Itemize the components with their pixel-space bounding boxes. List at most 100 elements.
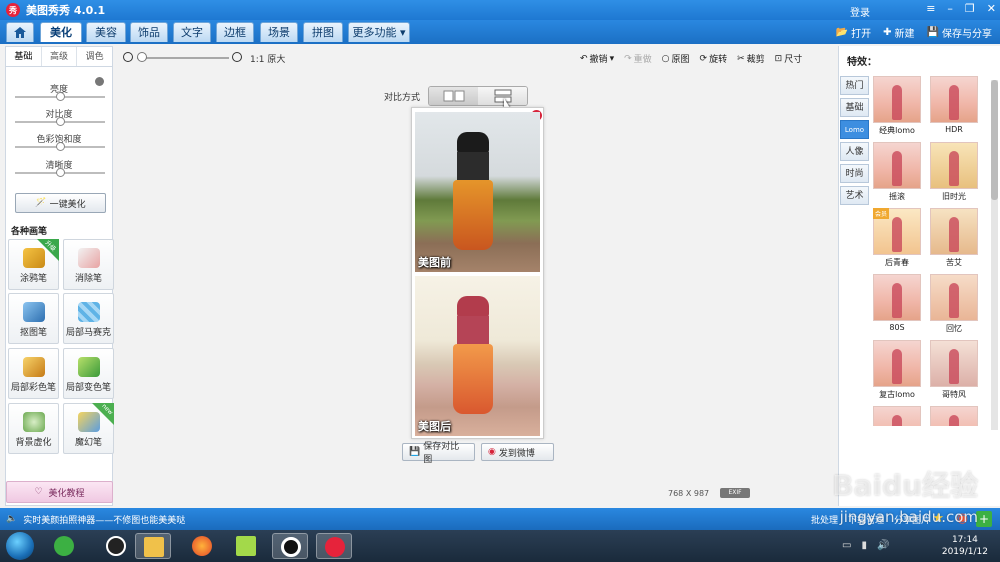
scrollbar-thumb[interactable] bbox=[991, 80, 998, 200]
taskbar-app-qq[interactable] bbox=[98, 533, 134, 559]
saturation-slider[interactable]: 色彩饱和度 bbox=[6, 130, 112, 155]
tutorial-button[interactable]: ♡ 美化教程 bbox=[6, 481, 113, 503]
original-button[interactable]: ○ 原图 bbox=[662, 52, 690, 66]
effect-item[interactable]: 80S bbox=[873, 274, 921, 337]
taskbar-app-recorder[interactable] bbox=[272, 533, 308, 559]
save-compare-label: 保存对比图 bbox=[423, 442, 460, 465]
one-key-beautify-button[interactable]: 🪄 一键美化 bbox=[15, 193, 106, 213]
slider-knob[interactable] bbox=[56, 92, 65, 101]
crop-button[interactable]: ✂ 裁剪 bbox=[737, 52, 765, 66]
plus-icon[interactable]: + bbox=[976, 511, 992, 527]
taskbar-app-360[interactable] bbox=[46, 533, 82, 559]
zoom-slider-knob[interactable] bbox=[137, 52, 147, 62]
compare-top-bottom[interactable] bbox=[478, 87, 527, 105]
taskbar-app-meitu[interactable] bbox=[316, 533, 352, 559]
zoom-slider-track[interactable] bbox=[137, 57, 229, 59]
zoom-in-icon[interactable] bbox=[232, 52, 242, 62]
tab-accessories[interactable]: 饰品 bbox=[130, 22, 168, 42]
keyboard-icon[interactable]: ▭ bbox=[842, 540, 851, 551]
pen-doodle[interactable]: 涂鸦笔 升级 bbox=[8, 239, 59, 290]
home-tab[interactable] bbox=[6, 22, 34, 42]
compare-side-by-side[interactable] bbox=[429, 87, 478, 105]
tab-collage[interactable]: 拼图 bbox=[303, 22, 343, 42]
contrast-slider[interactable]: 对比度 bbox=[6, 105, 112, 130]
category-hot[interactable]: 热门 bbox=[840, 76, 869, 95]
weibo-icon[interactable]: ◉ bbox=[957, 511, 968, 526]
effect-item[interactable]: 经典lomo bbox=[873, 76, 921, 139]
minimize-icon[interactable]: – bbox=[947, 2, 953, 15]
effect-item[interactable]: 回忆 bbox=[930, 274, 978, 337]
new-button[interactable]: ✚ 新建 bbox=[883, 25, 914, 40]
save-compare-button[interactable]: 💾 保存对比图 bbox=[402, 442, 475, 465]
maximize-icon[interactable]: ❐ bbox=[965, 2, 975, 15]
pen-eraser[interactable]: 消除笔 bbox=[63, 239, 114, 290]
tab-beautify[interactable]: 美化 bbox=[40, 22, 82, 42]
taskbar-clock[interactable]: 17:14 2019/1/12 bbox=[942, 534, 988, 558]
login-link[interactable]: 登录 bbox=[850, 4, 870, 19]
pen-label: 魔幻笔 bbox=[74, 438, 102, 448]
open-button[interactable]: 📂 打开 bbox=[836, 25, 871, 40]
effect-item[interactable]: 摇滚 bbox=[873, 142, 921, 205]
tab-text[interactable]: 文字 bbox=[173, 22, 211, 42]
taskbar-app-media[interactable] bbox=[228, 533, 264, 559]
network-icon[interactable]: ▮ bbox=[861, 540, 867, 551]
save-share-button[interactable]: 💾 保存与分享 bbox=[927, 25, 992, 40]
effect-item[interactable] bbox=[930, 406, 978, 426]
effect-item[interactable]: 复古lomo bbox=[873, 340, 921, 403]
download-manager-button[interactable]: 下载管理 bbox=[848, 513, 884, 526]
effect-item[interactable]: HDR bbox=[930, 76, 978, 139]
share-image-button[interactable]: 分享图片 bbox=[894, 513, 930, 526]
category-fashion[interactable]: 时尚 bbox=[840, 164, 869, 183]
pen-cutout[interactable]: 抠图笔 bbox=[8, 293, 59, 344]
tab-scene[interactable]: 场景 bbox=[260, 22, 298, 42]
rotate-button[interactable]: ⟳ 旋转 bbox=[700, 52, 728, 66]
tab-more[interactable]: 更多功能 ▾ bbox=[348, 22, 410, 42]
effect-item[interactable]: 会员 后青春 bbox=[873, 208, 921, 271]
menu-icon[interactable]: ≡ bbox=[926, 2, 935, 15]
tab-beauty[interactable]: 美容 bbox=[86, 22, 126, 42]
effect-item[interactable]: 哥特风 bbox=[930, 340, 978, 403]
zoom-out-icon[interactable] bbox=[123, 52, 133, 62]
status-message[interactable]: 实时美颜拍照神器——不修图也能美美哒 bbox=[23, 513, 185, 526]
category-basic[interactable]: 基础 bbox=[840, 98, 869, 117]
subtab-advanced[interactable]: 高级 bbox=[42, 47, 78, 66]
category-portrait[interactable]: 人像 bbox=[840, 142, 869, 161]
pen-magic[interactable]: 魔幻笔 new bbox=[63, 403, 114, 454]
exif-button[interactable]: EXIF bbox=[720, 488, 750, 498]
undo-button[interactable]: ↶ 撤销 ▾ bbox=[580, 52, 614, 66]
vip-badge: 会员 bbox=[873, 208, 890, 219]
effect-thumbnail bbox=[873, 274, 921, 321]
star-icon[interactable]: ★ bbox=[932, 511, 944, 526]
subtab-color[interactable]: 调色 bbox=[77, 47, 112, 66]
close-icon[interactable]: ✕ bbox=[987, 2, 996, 15]
effects-scrollbar[interactable] bbox=[991, 80, 998, 430]
pen-recolor[interactable]: 局部变色笔 bbox=[63, 348, 114, 399]
taskbar-app-explorer[interactable] bbox=[135, 533, 171, 559]
pen-local-color[interactable]: 局部彩色笔 bbox=[8, 348, 59, 399]
batch-button[interactable]: 批处理 bbox=[811, 513, 838, 526]
subtab-basic[interactable]: 基础 bbox=[6, 47, 42, 66]
slider-knob[interactable] bbox=[56, 168, 65, 177]
pen-bg-blur[interactable]: 背景虚化 bbox=[8, 403, 59, 454]
effect-item[interactable] bbox=[873, 406, 921, 426]
slider-knob[interactable] bbox=[56, 142, 65, 151]
start-button[interactable] bbox=[6, 532, 34, 560]
slider-knob[interactable] bbox=[56, 117, 65, 126]
effect-label: 摇滚 bbox=[889, 192, 905, 201]
effect-item[interactable]: 旧时光 bbox=[930, 142, 978, 205]
category-art[interactable]: 艺术 bbox=[840, 186, 869, 205]
brightness-slider[interactable]: 亮度 bbox=[6, 80, 112, 105]
volume-icon[interactable]: 🔊 bbox=[877, 540, 889, 551]
share-weibo-button[interactable]: ◉ 发到微博 bbox=[481, 443, 554, 461]
taskbar-app-firefox[interactable] bbox=[184, 533, 220, 559]
pen-mosaic[interactable]: 局部马赛克 bbox=[63, 293, 114, 344]
tab-border[interactable]: 边框 bbox=[216, 22, 254, 42]
effect-item[interactable]: 苦艾 bbox=[930, 208, 978, 271]
sharpness-slider[interactable]: 清晰度 bbox=[6, 156, 112, 181]
effect-thumbnail bbox=[873, 406, 921, 426]
zoom-actual-size[interactable]: 1:1 原大 bbox=[250, 52, 285, 65]
compare-mode-toggle bbox=[428, 86, 528, 106]
category-lomo[interactable]: Lomo bbox=[840, 120, 869, 139]
redo-button[interactable]: ↷ 重做 bbox=[624, 52, 652, 66]
size-button[interactable]: ⊡ 尺寸 bbox=[775, 52, 803, 66]
